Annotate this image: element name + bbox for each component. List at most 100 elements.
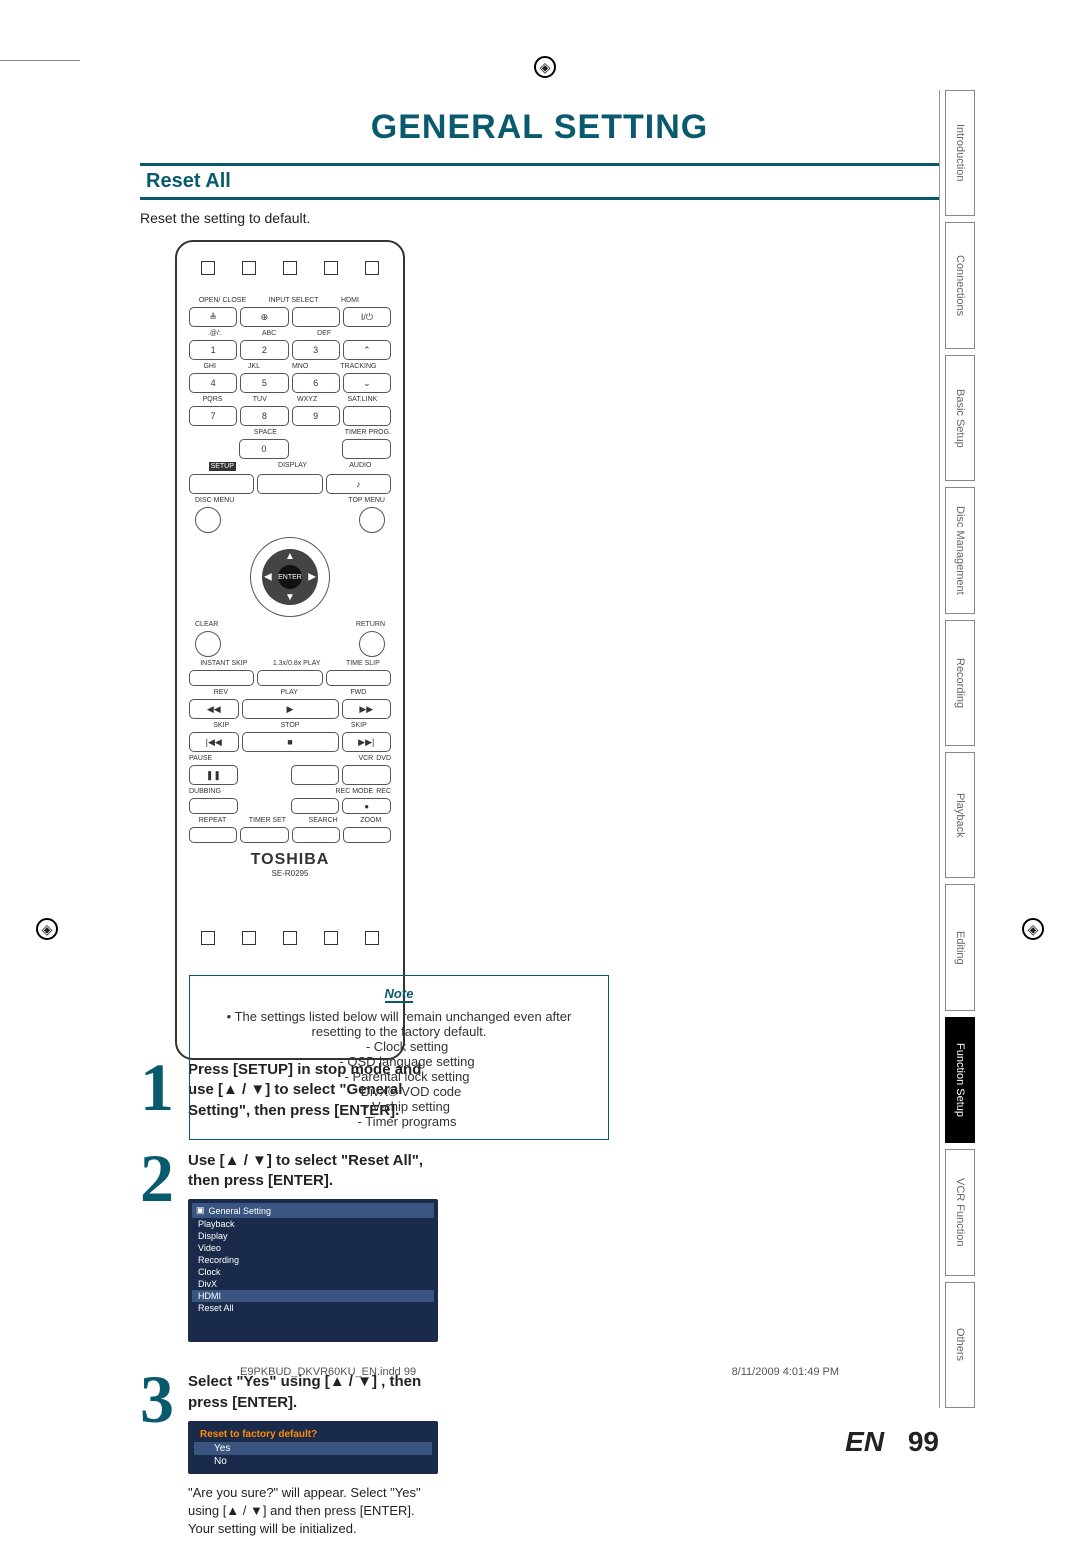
btn-skip-next: ▶▶| [342, 732, 392, 752]
lbl-fwd: FWD [350, 689, 366, 696]
osd-item: DivX [192, 1278, 434, 1290]
lbl-ghi: GHI [203, 363, 215, 370]
lbl-dvd: DVD [376, 755, 391, 762]
btn-timer-prog [342, 439, 391, 459]
lbl-clear: CLEAR [195, 621, 218, 628]
note-item: Parental lock setting [202, 1069, 596, 1084]
lbl-tracking: TRACKING [340, 363, 376, 370]
btn-2: 2 [240, 340, 288, 360]
btn-audio: ♪ [326, 474, 391, 494]
btn-13x [257, 670, 322, 686]
note-item: V-chip setting [202, 1099, 596, 1114]
lbl-instant-skip: INSTANT SKIP [200, 660, 247, 667]
lbl-audio: AUDIO [349, 462, 371, 471]
tab-playback[interactable]: Playback [945, 752, 975, 878]
tab-basic-setup[interactable]: Basic Setup [945, 355, 975, 481]
btn-play: ▶ [242, 699, 339, 719]
dpad-up-icon: ▲ [285, 551, 295, 562]
lbl-space: SPACE [254, 429, 277, 436]
note-heading: Note [385, 986, 414, 1003]
brand-logo: TOSHIBA [189, 851, 391, 869]
btn-power: I/⏻ [343, 307, 391, 327]
followup-line: Your setting will be initialized. [188, 1521, 357, 1536]
lbl-setup: SETUP [209, 462, 236, 471]
print-timestamp: 8/11/2009 4:01:49 PM [732, 1366, 839, 1378]
btn-top-menu [359, 507, 385, 533]
lbl-pause: PAUSE [189, 755, 212, 762]
lbl-rec-mode: REC MODE [335, 788, 373, 795]
tab-connections[interactable]: Connections [945, 222, 975, 348]
registration-mark-top [534, 56, 556, 78]
btn-rec: ● [342, 798, 391, 814]
note-item: Timer programs [202, 1114, 596, 1129]
note-intro: The settings listed below will remain un… [202, 1009, 596, 1039]
lbl-jkl: JKL [248, 363, 260, 370]
footer-page: 99 [908, 1426, 939, 1457]
btn-disc-menu [195, 507, 221, 533]
btn-1: 1 [189, 340, 237, 360]
tab-vcr-function[interactable]: VCR Function [945, 1149, 975, 1275]
btn-9: 9 [292, 406, 340, 426]
tab-function-setup[interactable]: Function Setup [945, 1017, 975, 1143]
btn-8: 8 [240, 406, 288, 426]
page-title: GENERAL SETTING [140, 90, 939, 157]
osd-item: Display [192, 1230, 434, 1242]
tab-others[interactable]: Others [945, 1282, 975, 1408]
note-item: OSD language setting [202, 1054, 596, 1069]
note-box: Note The settings listed below will rema… [189, 975, 609, 1140]
osd-item: Reset All [192, 1302, 434, 1314]
btn-instant-skip [189, 670, 254, 686]
lbl-return: RETURN [356, 621, 385, 628]
lbl-skip-next: SKIP [351, 722, 367, 729]
lbl-time-slip: TIME SLIP [346, 660, 380, 667]
tab-editing[interactable]: Editing [945, 884, 975, 1010]
btn-return [359, 631, 385, 657]
btn-vcr [291, 765, 340, 785]
btn-search [292, 827, 340, 843]
btn-eject: ≜ [189, 307, 237, 327]
lbl-vcr: VCR [358, 755, 373, 762]
tab-disc-management[interactable]: Disc Management [945, 487, 975, 613]
lbl-tuv: TUV [253, 396, 267, 403]
btn-satlink [343, 406, 391, 426]
btn-repeat [189, 827, 237, 843]
btn-rev: ◀◀ [189, 699, 239, 719]
dpad-left-icon: ◀ [264, 572, 272, 583]
note-item: DivX® VOD code [202, 1084, 596, 1099]
crop-mark [0, 60, 80, 61]
osd-confirm: Reset to factory default? Yes No [188, 1421, 438, 1474]
tab-introduction[interactable]: Introduction [945, 90, 975, 216]
registration-mark-left [36, 918, 58, 940]
btn-ch-down: ⌄ [343, 373, 391, 393]
osd-item: Recording [192, 1254, 434, 1266]
lbl-sym: .@/: [208, 330, 221, 337]
lbl-timer-set: TIMER SET [249, 817, 286, 824]
btn-stop: ■ [242, 732, 339, 752]
btn-zoom [343, 827, 391, 843]
step-followup: "Are you sure?" will appear. Select "Yes… [188, 1484, 440, 1539]
remote-diagram: OPEN/ CLOSE INPUT SELECT HDMI ≜ ⊕ I/⏻ .@… [175, 240, 405, 1060]
btn-6: 6 [292, 373, 340, 393]
lbl-hdmi: HDMI [341, 297, 359, 304]
btn-4: 4 [189, 373, 237, 393]
note-item: Clock setting [202, 1039, 596, 1054]
footer-lang: EN [845, 1426, 884, 1457]
btn-5: 5 [240, 373, 288, 393]
lbl-skip-prev: SKIP [213, 722, 229, 729]
btn-timer-set [240, 827, 288, 843]
registration-mark-right [1022, 918, 1044, 940]
osd-item: Clock [192, 1266, 434, 1278]
lbl-repeat: REPEAT [199, 817, 227, 824]
tab-recording[interactable]: Recording [945, 620, 975, 746]
btn-rec-mode [291, 798, 340, 814]
btn-0: 0 [239, 439, 288, 459]
btn-fwd: ▶▶ [342, 699, 392, 719]
lbl-mno: MNO [292, 363, 308, 370]
lbl-rev: REV [214, 689, 228, 696]
btn-time-slip [326, 670, 391, 686]
lbl-abc: ABC [262, 330, 276, 337]
lbl-display: DISPLAY [278, 462, 307, 471]
osd-item: Video [192, 1242, 434, 1254]
btn-pause: ❚❚ [189, 765, 238, 785]
lbl-search: SEARCH [309, 817, 338, 824]
